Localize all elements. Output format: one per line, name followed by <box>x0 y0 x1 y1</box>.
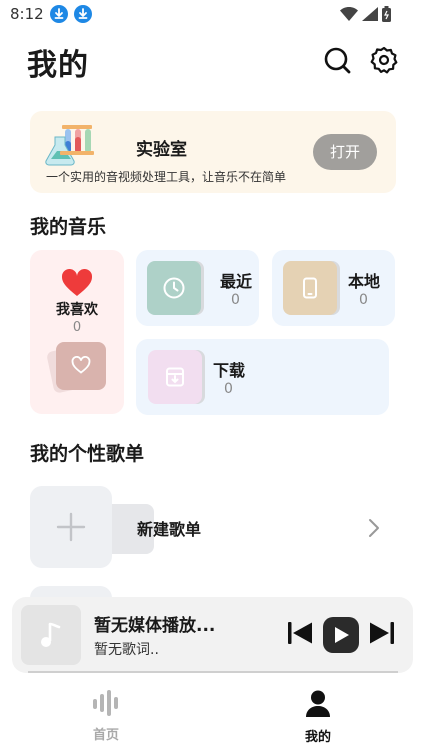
lab-card[interactable]: 实验室 一个实用的音视频处理工具，让音乐不在简单 打开 <box>30 111 396 193</box>
equalizer-icon <box>93 690 118 716</box>
new-playlist-row[interactable]: 新建歌单 <box>30 486 400 568</box>
new-playlist-cover <box>30 486 112 568</box>
my-music-title: 我的音乐 <box>30 216 107 238</box>
favorites-card[interactable]: 我喜欢 0 <box>30 250 124 414</box>
heart-outline-icon <box>71 356 91 374</box>
favorites-count: 0 <box>72 320 82 335</box>
downloads-count: 0 <box>224 381 233 397</box>
nav-home-label: 首页 <box>92 728 119 743</box>
battery-icon <box>382 6 391 22</box>
favorites-label: 我喜欢 <box>56 302 98 318</box>
player-progress-line <box>28 671 398 673</box>
lab-subtitle: 一个实用的音视频处理工具，让音乐不在简单 <box>46 170 287 184</box>
downloads-cover <box>148 350 202 404</box>
mini-player[interactable]: 暂无媒体播放... 暂无歌词.. <box>12 597 413 673</box>
search-icon[interactable] <box>323 46 351 74</box>
settings-icon[interactable] <box>370 46 398 74</box>
nav-mine[interactable]: 我的 <box>278 690 358 745</box>
lab-title: 实验室 <box>136 140 187 160</box>
history-clock-icon <box>163 277 185 299</box>
lab-open-button[interactable]: 打开 <box>313 134 377 170</box>
page-title: 我的 <box>27 48 89 83</box>
wifi-icon <box>340 7 358 21</box>
recent-count: 0 <box>231 292 240 308</box>
favorites-cover <box>56 342 106 390</box>
recent-card[interactable]: 最近 0 <box>136 250 259 326</box>
downloads-label: 下载 <box>213 361 246 380</box>
playlists-title: 我的个性歌单 <box>30 443 145 465</box>
status-time: 8:12 <box>10 5 44 23</box>
player-title: 暂无媒体播放... <box>94 616 216 636</box>
recent-cover <box>147 261 201 315</box>
user-icon <box>306 690 330 717</box>
player-lyrics: 暂无歌词.. <box>94 642 159 658</box>
local-label: 本地 <box>348 272 381 291</box>
heart-icon <box>61 268 93 297</box>
play-button[interactable] <box>323 617 359 653</box>
nav-home[interactable]: 首页 <box>66 690 146 743</box>
next-track-icon[interactable] <box>368 619 396 647</box>
music-note-icon <box>41 622 61 647</box>
nav-mine-label: 我的 <box>304 730 331 745</box>
previous-track-icon[interactable] <box>286 619 314 647</box>
download-notification-icon <box>50 5 68 23</box>
phone-icon <box>303 277 317 299</box>
lab-flask-icon <box>44 123 96 167</box>
downloads-card[interactable]: 下载 0 <box>136 339 389 415</box>
local-cover <box>283 261 337 315</box>
plus-icon <box>56 512 86 542</box>
download-notification-icon <box>74 5 92 23</box>
recent-label: 最近 <box>220 272 253 291</box>
local-card[interactable]: 本地 0 <box>272 250 395 326</box>
download-box-icon <box>166 367 184 387</box>
chevron-right-icon <box>369 519 379 537</box>
new-playlist-label: 新建歌单 <box>137 520 202 539</box>
player-artwork <box>21 605 81 665</box>
play-icon <box>335 627 349 643</box>
signal-icon <box>362 7 378 21</box>
status-bar: 8:12 <box>0 0 425 30</box>
local-count: 0 <box>359 292 368 308</box>
